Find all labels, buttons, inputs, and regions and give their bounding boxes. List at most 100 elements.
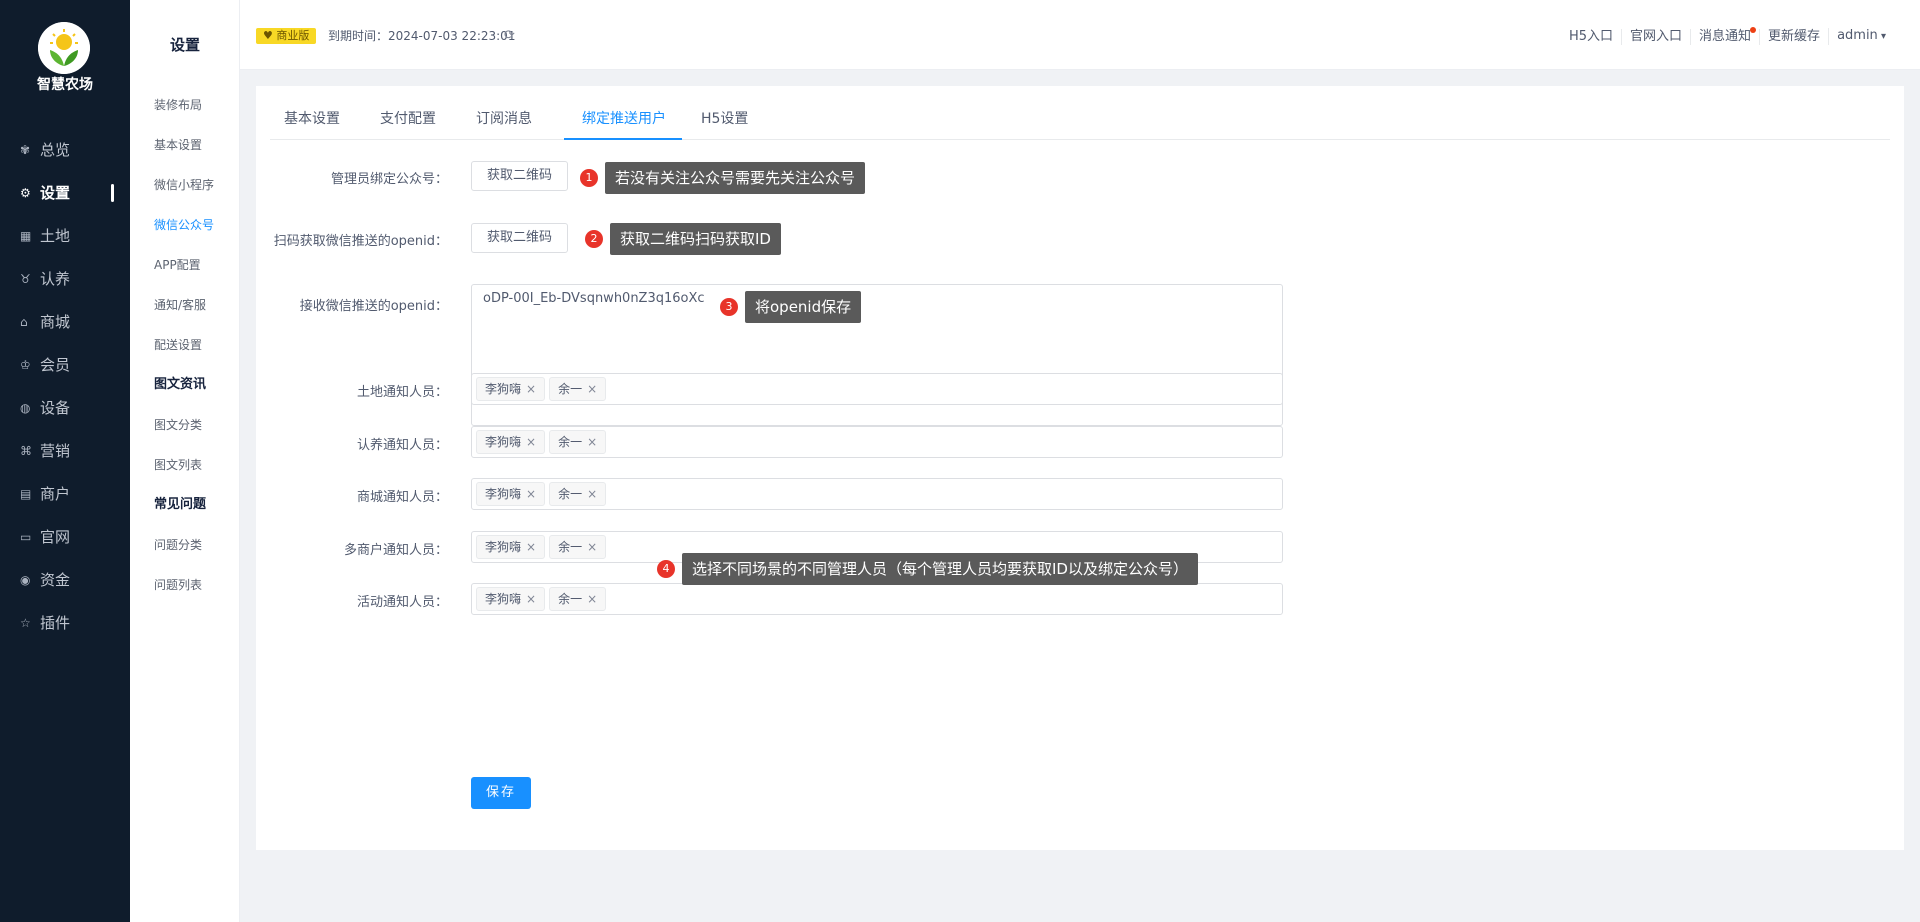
marketing-icon: ⌘ [20,443,32,458]
funds-icon: ◉ [20,572,31,587]
nav-item-9[interactable]: ▭ 官网 [0,515,130,558]
header-link[interactable]: H5入口 [1561,29,1621,45]
submenu-item[interactable]: 配送设置 [154,332,240,372]
submenu-list: 装修布局 基本设置 微信小程序 微信公众号 APP配置 通知/客服 配送设置图文资讯图文分类… [154,92,240,612]
notify-select[interactable]: 李狗嗨 × 余一 × [471,373,1283,405]
submenu-item[interactable]: 图文列表 [154,452,240,492]
header-link[interactable]: 官网入口 [1621,28,1690,45]
close-icon[interactable]: × [587,435,597,449]
nav-item-label: 商城 [40,313,71,331]
user-tag: 余一 × [549,535,607,559]
notify-label: 商城通知人员： [356,490,448,505]
adopt-icon: ♉ [20,271,31,286]
header-link-label: H5入口 [1568,28,1614,44]
notify-label: 活动通知人员： [356,595,448,610]
note-text: 若没有关注公众号需要先关注公众号 [605,162,866,194]
tab-3[interactable]: 绑定推送用户 [564,108,682,140]
nav-item-4[interactable]: ⌂ 商城 [0,300,130,343]
nav-item-0[interactable]: ✾ 总览 [0,128,130,171]
note-text: 选择不同场景的不同管理人员（每个管理人员均要获取ID以及绑定公众号） [682,553,1198,585]
unread-dot [1750,26,1757,33]
nav-item-2[interactable]: ▦ 土地 [0,214,130,257]
notify-select[interactable]: 李狗嗨 × 余一 × [471,478,1283,510]
nav-item-6[interactable]: ◍ 设备 [0,386,130,429]
shop-icon: ⌂ [20,314,28,329]
user-tag: 李狗嗨 × [476,482,546,506]
settings-panel: 基本设置 支付配置 订阅消息 绑定推送用户 H5设置 管理员绑定公众号： 获取二维码 扫… [256,86,1904,850]
note-number: 2 [585,230,603,248]
submenu-item[interactable]: 问题分类 [154,532,240,572]
settings-tabs: 基本设置 支付配置 订阅消息 绑定推送用户 H5设置 [270,100,1890,140]
close-icon[interactable]: × [526,540,536,554]
submenu-item[interactable]: 通知/客服 [154,292,240,332]
user-tag-label: 余一 [558,592,583,606]
tab-0[interactable]: 基本设置 [284,108,340,140]
user-tag-label: 余一 [558,540,583,554]
submenu-item[interactable]: 微信公众号 [154,212,240,252]
note-number: 1 [580,169,598,187]
close-icon[interactable]: × [587,592,597,606]
user-tag-label: 李狗嗨 [485,540,522,554]
close-icon[interactable]: × [587,487,597,501]
note-1: 1 若没有关注公众号需要先关注公众号 [580,162,866,194]
nav-item-5[interactable]: ♔ 会员 [0,343,130,386]
user-tag: 余一 × [549,430,607,454]
close-icon[interactable]: × [587,382,597,396]
header-link-label: 更新缓存 [1768,28,1821,44]
nav-item-label: 官网 [40,528,71,546]
bind-qrcode-button[interactable]: 获取二维码 [471,161,569,191]
tab-2[interactable]: 订阅消息 [476,108,532,140]
submenu-group-title: 常见问题 [154,497,207,512]
submenu-item[interactable]: 问题列表 [154,572,240,612]
submenu-group-title: 图文资讯 [154,377,207,392]
note-3: 3 将openid保存 [720,291,862,323]
user-menu[interactable]: admin ▾ [1828,28,1894,45]
nav-item-11[interactable]: ☆ 插件 [0,601,130,644]
scan-label: 扫码获取微信推送的openid： [273,234,448,249]
dashboard-icon: ✾ [20,142,31,157]
note-text: 将openid保存 [745,291,862,323]
submenu-item[interactable]: 微信小程序 [154,172,240,212]
edition-label: 商业版 [276,29,310,42]
user-tag-label: 李狗嗨 [485,592,522,606]
farm-logo-icon[interactable] [38,22,90,74]
close-icon[interactable]: × [526,487,536,501]
tab-1[interactable]: 支付配置 [380,108,436,140]
submenu-item[interactable]: APP配置 [154,252,240,292]
notify-label: 认养通知人员： [356,438,448,453]
save-button[interactable]: 保存 [471,777,532,809]
close-icon[interactable]: × [526,592,536,606]
bind-label: 管理员绑定公众号： [330,172,448,187]
notify-select[interactable]: 李狗嗨 × 余一 × [471,583,1283,615]
nav-item-3[interactable]: ♉ 认养 [0,257,130,300]
user-tag-label: 余一 [558,382,583,396]
nav-item-7[interactable]: ⌘ 营销 [0,429,130,472]
submenu-title: 设置 [169,36,200,54]
submenu-item[interactable]: 图文分类 [154,412,240,452]
note-text: 获取二维码扫码获取ID [610,223,781,255]
nav-item-10[interactable]: ◉ 资金 [0,558,130,601]
user-tag: 李狗嗨 × [476,377,546,401]
close-icon[interactable]: × [526,435,536,449]
submenu-item[interactable]: 基本设置 [154,132,240,172]
top-header: ♥ 商业版 到期时间：2024-07-03 22:23:01 ⟳ H5入口 官网入… [240,0,1920,70]
nav-item-8[interactable]: ▤ 商户 [0,472,130,515]
main-nav: ✾ 总览 ⚙ 设置 ▦ 土地 ♉ 认养 ⌂ 商城 ♔ 会员 ◍ 设备 ⌘ 营销 ▤ 商户 ▭ 官网 ◉ 资金 ☆ 插件 [0,128,130,644]
close-icon[interactable]: × [587,540,597,554]
user-tag: 余一 × [549,587,607,611]
nav-item-1[interactable]: ⚙ 设置 [0,171,130,214]
close-icon[interactable]: × [526,382,536,396]
nav-item-label: 插件 [40,614,71,632]
caret-down-icon: ▾ [1877,31,1886,42]
header-link[interactable]: 消息通知 [1690,26,1759,45]
notify-select[interactable]: 李狗嗨 × 余一 × [471,426,1283,458]
device-icon: ◍ [20,400,31,415]
website-icon: ▭ [20,529,32,544]
scan-qrcode-button[interactable]: 获取二维码 [471,223,569,253]
refresh-icon[interactable]: ⟳ [504,27,515,45]
submenu-item[interactable]: 装修布局 [154,92,240,132]
nav-item-label: 设置 [40,184,71,202]
tab-4[interactable]: H5设置 [701,108,748,140]
header-link[interactable]: 更新缓存 [1759,28,1828,45]
grid-icon: ▦ [20,228,32,243]
